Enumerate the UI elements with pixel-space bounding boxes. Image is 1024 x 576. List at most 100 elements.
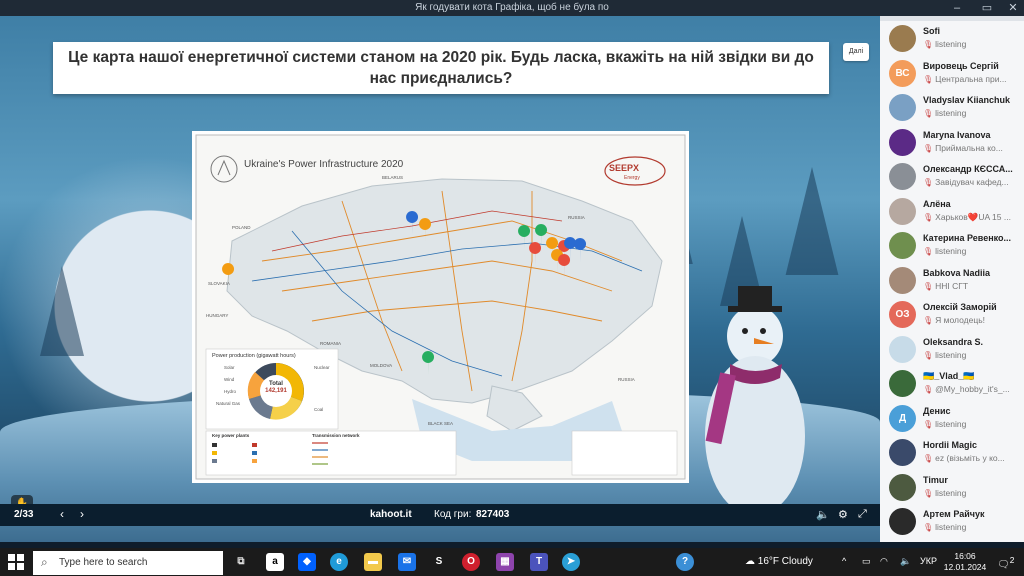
volume-icon[interactable]: 🔈 [816, 508, 830, 521]
chevron-up-icon[interactable]: ^ [842, 556, 846, 566]
weather-widget[interactable]: ☁ 16°F Cloudy [745, 556, 813, 567]
avatar [889, 197, 916, 225]
folder-icon[interactable]: ▬ [364, 553, 382, 571]
windows-start-icon[interactable] [8, 554, 24, 570]
participant-item[interactable]: Timur 🎙 listening [880, 470, 1024, 504]
participant-status: 🎙 Завідувач кафед... [923, 177, 1009, 187]
country-label: RUSSIA [568, 215, 585, 220]
amazon-icon[interactable]: a [266, 553, 284, 571]
edge-icon[interactable]: e [330, 553, 348, 571]
participant-status: 🎙 ez (візьміть у ко... [923, 453, 1005, 463]
opera-icon[interactable]: O [462, 553, 480, 571]
participant-item[interactable]: Олександр КЄССА... 🎙 Завідувач кафед... [880, 159, 1024, 193]
participant-status: 🎙 listening [923, 487, 967, 498]
app-grid-icon[interactable]: ▦ [496, 553, 514, 571]
participant-name: Timur [923, 474, 948, 485]
telegram-icon[interactable]: ➤ [562, 553, 580, 571]
muted-mic-icon: 🎙 [923, 385, 934, 394]
participant-item[interactable]: Babkova Nadiia 🎙 ННІ СГТ [880, 263, 1024, 297]
presentation-controls: 2/33 ‹ › kahoot.it Код гри: 827403 🔈 ⚙ ⤢ [0, 504, 880, 526]
prev-slide-icon[interactable]: ‹ [60, 507, 64, 521]
power-map-image: Ukraine's Power Infrastructure 2020 SEEP… [192, 131, 689, 483]
participant-item[interactable]: Sofi 🎙 listening [880, 21, 1024, 55]
participant-status: 🎙 Харьков❤️UA 15 ... [923, 211, 1011, 222]
participant-name: Катерина Ревенко... [923, 233, 1012, 243]
legend-plants-title: Key power plants [212, 433, 250, 438]
participant-status: 🎙 ННІ СГТ [923, 280, 969, 291]
participant-name: Алёна [923, 198, 951, 209]
search-placeholder: Type here to search [59, 557, 148, 568]
participant-status: 🎙 Я молодець! [923, 315, 985, 325]
kahoot-link: kahoot.it [370, 509, 412, 520]
participant-item[interactable]: Vladyslav Kiianchuk 🎙 listening [880, 90, 1024, 124]
teams-icon[interactable]: T [530, 553, 548, 571]
avatar [889, 335, 916, 363]
participant-item[interactable]: Hordii Magic 🎙 ez (візьміть у ко... [880, 435, 1024, 469]
muted-mic-icon: 🎙 [923, 316, 934, 325]
pie-chart-title: Power production (gigawatt hours) [212, 353, 296, 359]
pie-label-solar: Solar [224, 365, 235, 370]
pie-label-coal: Coal [314, 407, 324, 412]
page-indicator[interactable]: 2/33 [14, 509, 33, 520]
participant-item[interactable]: 🇺🇦_Vlad_🇺🇦 🎙 @My_hobby_it's_... [880, 366, 1024, 400]
map-title: Ukraine's Power Infrastructure 2020 [244, 159, 404, 170]
mail-icon[interactable]: ✉ [398, 553, 416, 571]
participant-name: Олександр КЄССА... [923, 164, 1013, 174]
participant-status: 🎙 Приймальна ко... [923, 142, 1003, 153]
participant-item[interactable]: Катерина Ревенко... 🎙 listening [880, 228, 1024, 262]
pie-total: Total 142,191 [265, 381, 287, 394]
language-indicator[interactable]: УКР [920, 556, 937, 566]
avatar [889, 163, 916, 190]
muted-mic-icon: 🎙 [923, 178, 934, 187]
avatar: ВС [889, 59, 916, 87]
country-label: BLACK SEA [428, 421, 454, 426]
avatar: ОЗ [889, 301, 916, 328]
game-code-label: Код гри: [434, 509, 472, 520]
country-label: RUSSIA [618, 377, 635, 382]
next-button[interactable]: Далі [843, 43, 869, 61]
participant-status: 🎙 listening [923, 108, 967, 118]
legend-network-title: Transmission network [312, 433, 360, 438]
muted-mic-icon: 🎙 [923, 419, 934, 429]
pie-label-gas: Natural Gas [216, 401, 241, 406]
settings-icon[interactable]: ⚙ [838, 508, 848, 521]
taskbar-search[interactable]: ⌕ Type here to search [33, 551, 223, 575]
participant-item[interactable]: Oleksandra S. 🎙 listening [880, 332, 1024, 366]
taskbar-clock[interactable]: 16:06 12.01.2024 [940, 551, 990, 573]
participant-status: 🎙 Центральна при... [923, 73, 1007, 84]
brand-subtitle: Energy [624, 175, 640, 181]
participant-name: Babkova Nadiia [923, 267, 991, 278]
country-label: HUNGARY [206, 313, 229, 318]
close-icon[interactable]: ✕ [998, 0, 1024, 16]
muted-mic-icon: 🎙 [923, 523, 934, 532]
participant-item[interactable]: Д Денис 🎙 listening [880, 401, 1024, 435]
muted-mic-icon: 🎙 [923, 40, 934, 49]
muted-mic-icon: 🎙 [923, 350, 934, 360]
participant-item[interactable]: Алёна 🎙 Харьков❤️UA 15 ... [880, 194, 1024, 228]
window-titlebar: Як годувати кота Графіка, щоб не була по… [0, 0, 1024, 16]
network-icon[interactable]: ▭ [862, 556, 871, 567]
participant-name: Артем Райчук [923, 509, 985, 519]
help-icon[interactable]: ? [676, 553, 694, 571]
pen-app-icon[interactable]: S [430, 553, 448, 571]
notifications-icon[interactable]: 🗨2 [997, 555, 1014, 570]
participant-item[interactable]: Артем Райчук 🎙 listening [880, 504, 1024, 538]
minimize-icon[interactable]: – [942, 0, 972, 16]
pie-label-nuclear: Nuclear [314, 365, 330, 370]
participant-status: 🎙 @My_hobby_it's_... [923, 384, 1010, 394]
dropbox-icon[interactable]: ◆ [298, 553, 316, 571]
participant-status: 🎙 listening [923, 522, 967, 532]
task-view-icon[interactable]: ⧉ [232, 553, 250, 571]
participant-item[interactable]: ОЗ Олексій Заморій 🎙 Я молодець! [880, 297, 1024, 331]
presentation-stage: Це карта нашої енергетичної системи стан… [0, 16, 880, 542]
question-banner: Це карта нашої енергетичної системи стан… [53, 42, 829, 94]
country-label: ROMANIA [320, 341, 342, 346]
ukraine-map-graphic [195, 134, 686, 480]
fullscreen-icon[interactable]: ⤢ [858, 508, 867, 521]
speaker-icon[interactable]: 🔈 [900, 556, 911, 567]
wifi-icon[interactable]: ◠ [880, 556, 888, 567]
participant-status: 🎙 listening [923, 246, 967, 256]
participant-item[interactable]: ВС Вировець Сергій 🎙 Центральна при... [880, 56, 1024, 90]
participant-item[interactable]: Maryna Ivanova 🎙 Приймальна ко... [880, 125, 1024, 159]
next-slide-icon[interactable]: › [80, 507, 84, 521]
